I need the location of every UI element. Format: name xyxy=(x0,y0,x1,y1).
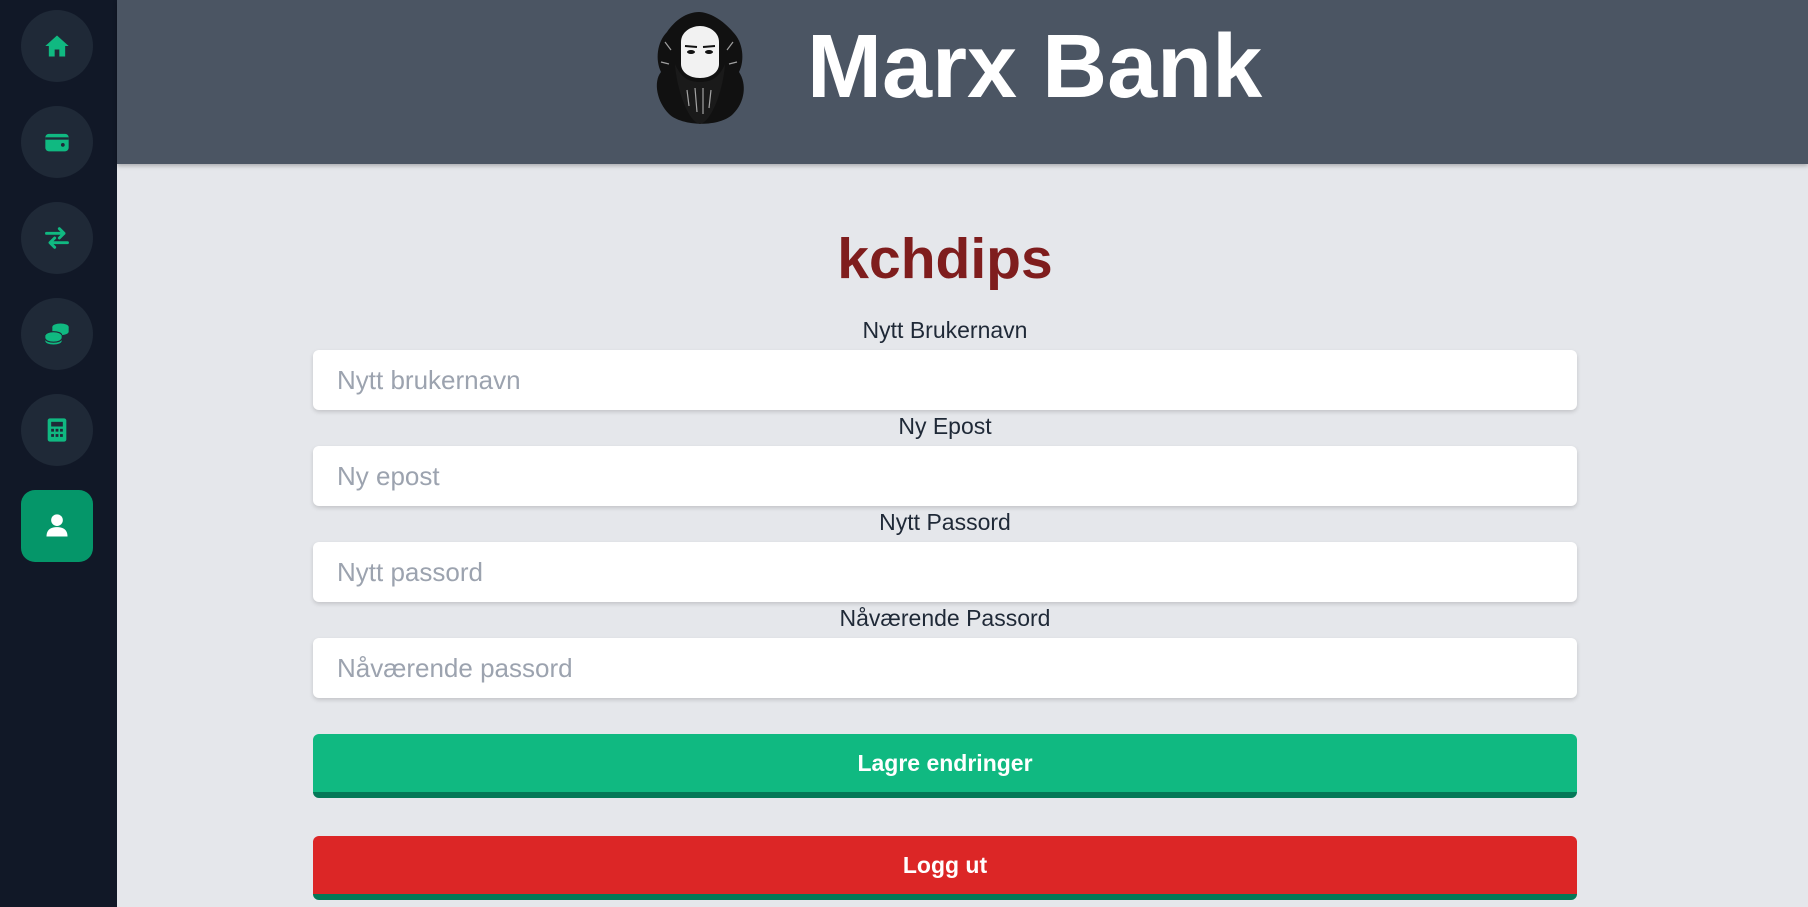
coins-icon xyxy=(44,323,69,345)
save-changes-button[interactable]: Lagre endringer xyxy=(313,734,1577,798)
current-password-label: Nåværende Passord xyxy=(839,605,1051,631)
home-icon xyxy=(45,35,69,57)
karl-marx-logo xyxy=(656,12,744,124)
profile-settings: kchdips Nytt Brukernavn Ny Epost Nytt Pa… xyxy=(117,164,1808,907)
current-password-input[interactable] xyxy=(313,638,1577,698)
new-email-input[interactable] xyxy=(313,446,1577,506)
logout-button[interactable]: Logg ut xyxy=(313,836,1577,900)
nav-profile-button[interactable] xyxy=(21,490,93,562)
nav-home-button[interactable] xyxy=(21,10,93,82)
new-password-input[interactable] xyxy=(313,542,1577,602)
brand-title: Marx Bank xyxy=(807,17,1263,117)
nav-coins-button[interactable] xyxy=(21,298,93,370)
nav-transfer-button[interactable] xyxy=(21,202,93,274)
nav-wallet-button[interactable] xyxy=(21,106,93,178)
sidebar xyxy=(0,0,117,907)
new-password-label: Nytt Passord xyxy=(879,509,1011,535)
app-header: Marx Bank xyxy=(117,0,1808,164)
new-username-input[interactable] xyxy=(313,350,1577,410)
user-icon xyxy=(46,514,68,537)
nav-calculator-button[interactable] xyxy=(21,394,93,466)
new-email-label: Ny Epost xyxy=(898,413,992,439)
wallet-icon xyxy=(45,133,69,152)
calculator-icon xyxy=(47,418,67,442)
new-username-label: Nytt Brukernavn xyxy=(862,317,1028,343)
profile-username: kchdips xyxy=(837,227,1053,291)
transfer-icon xyxy=(45,227,69,249)
